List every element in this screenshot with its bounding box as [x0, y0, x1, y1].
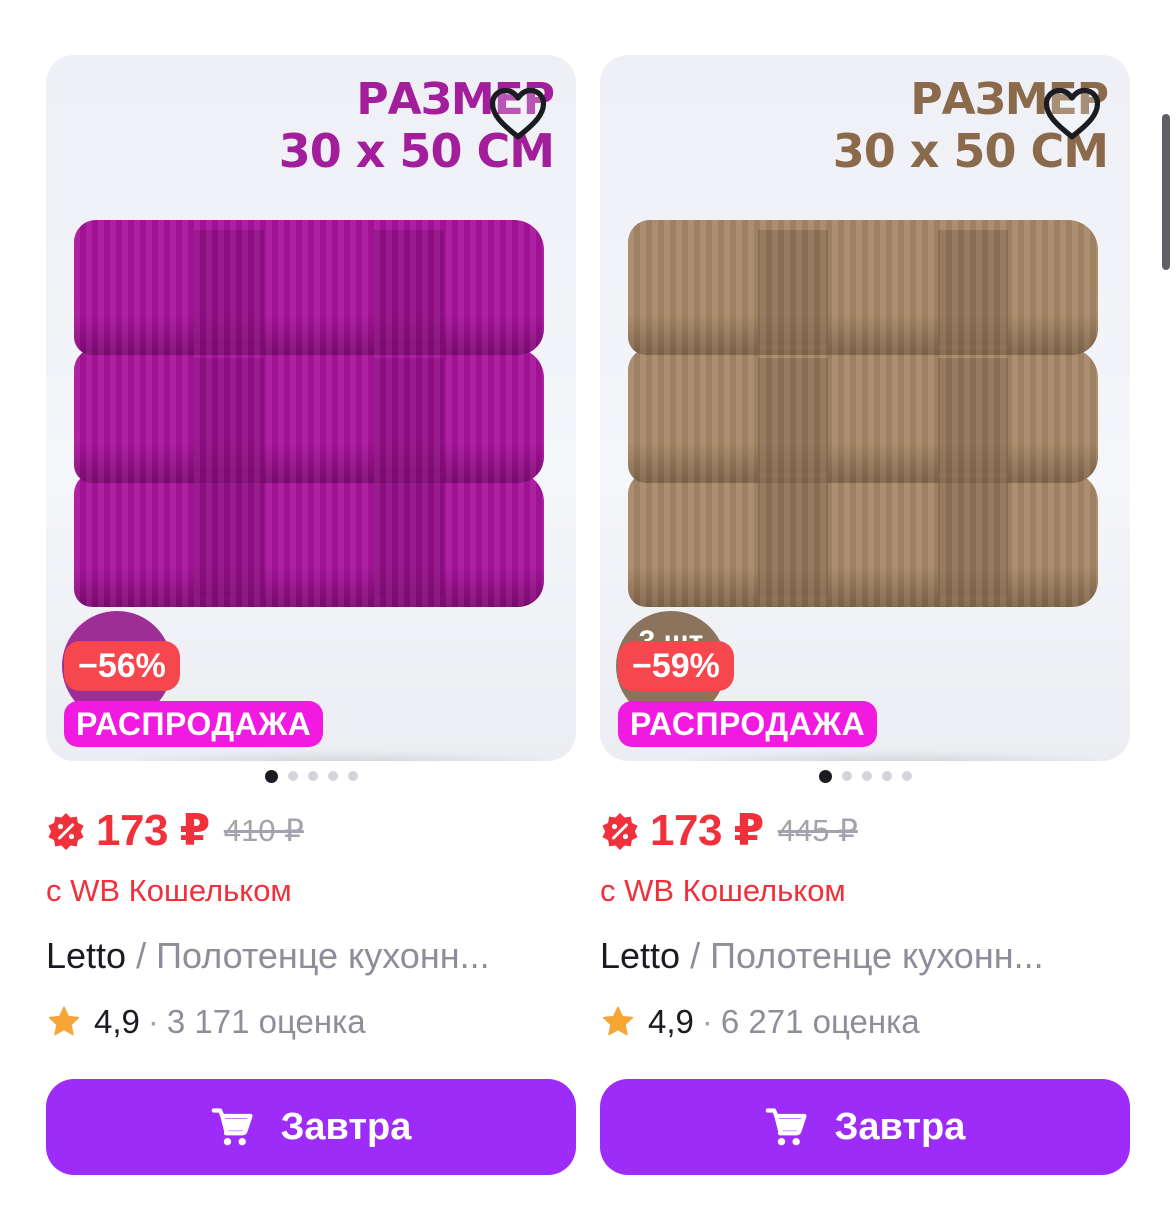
separator-dot: · [147, 1003, 159, 1040]
pagination-dot[interactable] [287, 771, 298, 781]
discount-badge: −56% [64, 641, 180, 691]
pagination-dot[interactable] [841, 771, 852, 781]
cart-icon [765, 1108, 807, 1146]
rating-row: 4,9 · 3 171 оценка [46, 1003, 366, 1041]
product-title[interactable]: Letto / Полотенце кухонн... [600, 935, 1130, 977]
pagination-dot[interactable] [327, 771, 338, 781]
brand-name: Letto [600, 935, 681, 976]
pagination-dot[interactable] [881, 771, 892, 781]
pagination-dot[interactable] [307, 771, 318, 781]
add-to-cart-button[interactable]: Завтра [600, 1079, 1130, 1175]
price-row: 173 ₽ 445 ₽ [600, 805, 858, 856]
price: 173 ₽ [96, 806, 210, 855]
heart-icon[interactable] [1040, 81, 1104, 145]
sale-badge: РАСПРОДАЖА [618, 701, 878, 747]
review-count: 6 271 оценка [720, 1003, 920, 1040]
add-to-cart-button[interactable]: Завтра [46, 1079, 576, 1175]
scrollbar[interactable] [1162, 114, 1170, 270]
button-label: Завтра [280, 1105, 412, 1148]
heart-icon[interactable] [486, 81, 550, 145]
wallet-note: с WB Кошельком [46, 873, 292, 908]
product-title[interactable]: Letto / Полотенце кухонн... [46, 935, 576, 977]
old-price: 410 ₽ [223, 812, 304, 848]
rating-value: 4,9 [94, 1003, 140, 1040]
discount-badge: −59% [618, 641, 734, 691]
towel-stack-image [74, 220, 576, 761]
product-name: / Полотенце кухонн... [126, 935, 490, 976]
price-row: 173 ₽ 410 ₽ [46, 805, 304, 856]
pagination-dot[interactable] [901, 771, 912, 781]
rating-value: 4,9 [648, 1003, 694, 1040]
star-icon [48, 1006, 80, 1036]
old-price: 445 ₽ [777, 812, 858, 848]
image-pagination[interactable] [46, 770, 576, 785]
review-count: 3 171 оценка [166, 1003, 366, 1040]
pagination-dot[interactable] [347, 771, 358, 781]
product-image[interactable]: РАЗМЕР 30 x 50 СМ −56% РАСПРОДАЖА [46, 55, 576, 761]
pagination-dot[interactable] [861, 771, 872, 781]
discount-percent-icon [602, 812, 638, 850]
star-icon [602, 1006, 634, 1036]
wallet-note: с WB Кошельком [600, 873, 846, 908]
pagination-dot[interactable] [264, 770, 278, 783]
towel-stack-image [628, 220, 1130, 761]
pagination-dot[interactable] [818, 770, 832, 783]
cart-icon [211, 1108, 253, 1146]
price: 173 ₽ [650, 806, 764, 855]
image-pagination[interactable] [600, 770, 1130, 785]
product-card[interactable]: РАЗМЕР 30 x 50 СМ −56% РАСПРОДАЖА 173 ₽ … [46, 55, 576, 1175]
button-label: Завтра [834, 1105, 966, 1148]
product-name: / Полотенце кухонн... [680, 935, 1044, 976]
discount-percent-icon [48, 812, 84, 850]
separator-dot: · [701, 1003, 713, 1040]
sale-badge: РАСПРОДАЖА [64, 701, 324, 747]
brand-name: Letto [46, 935, 127, 976]
product-image[interactable]: РАЗМЕР 30 x 50 СМ 3 шт −59% РАСПРОДАЖА [600, 55, 1130, 761]
product-card[interactable]: РАЗМЕР 30 x 50 СМ 3 шт −59% РАСПРОДАЖА 1… [600, 55, 1130, 1175]
rating-row: 4,9 · 6 271 оценка [600, 1003, 920, 1041]
